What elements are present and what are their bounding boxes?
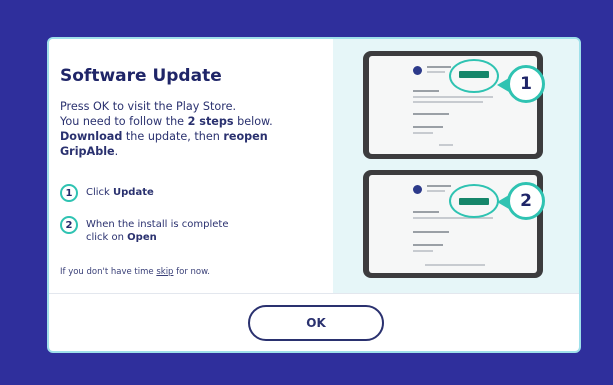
step-2-text: When the install is complete click on Op… [86, 216, 228, 244]
app-icon [413, 185, 422, 194]
screen-line [413, 244, 443, 246]
step-2-text-line-2: click on Open [86, 231, 228, 244]
screen-line [425, 264, 485, 266]
screen-line [413, 101, 483, 103]
step-2-number-icon: 2 [60, 216, 78, 234]
software-update-dialog: Software Update Press OK to visit the Pl… [47, 37, 581, 353]
intro-line-3: Download the update, then reopen GripAbl… [60, 129, 325, 159]
intro-steps-emphasis: 2 steps [187, 115, 234, 128]
screen-line [413, 90, 439, 92]
intro-line-2-pre: You need to follow the [60, 115, 188, 128]
callout-1-icon: 1 [497, 65, 545, 103]
skip-link[interactable]: skip [156, 267, 173, 277]
screen-line [413, 126, 443, 128]
intro-line-2-post: below. [233, 115, 273, 128]
screen-line [413, 250, 433, 252]
highlight-ring-1 [449, 59, 499, 93]
screen-line [413, 96, 493, 98]
step-2-text-pre: click on [86, 232, 128, 243]
intro-line-3-post: . [114, 145, 119, 158]
callout-2-icon: 2 [497, 182, 545, 220]
screen-line [413, 113, 449, 115]
highlight-ring-2 [449, 184, 499, 218]
screen-line [413, 132, 433, 134]
app-icon [413, 66, 422, 75]
screen-line [413, 231, 449, 233]
screen-line [439, 144, 453, 146]
intro-line-3-mid: the update, then [122, 130, 224, 143]
screen-line [427, 66, 451, 68]
screen-line [427, 71, 445, 73]
step-1-text: Click Update [86, 184, 154, 199]
step-2: 2 When the install is complete click on … [60, 216, 228, 244]
ok-button[interactable]: OK [248, 305, 384, 341]
step-1-text-pre: Click [86, 187, 114, 198]
step-2-open-emphasis: Open [127, 232, 157, 243]
step-1-number-icon: 1 [60, 184, 78, 202]
instructions-panel: Software Update Press OK to visit the Pl… [49, 39, 333, 293]
step-1-update-emphasis: Update [113, 187, 154, 198]
screen-line [413, 211, 439, 213]
footer-divider [49, 293, 579, 294]
step-2-text-line-1: When the install is complete [86, 219, 229, 230]
screen-line [427, 185, 451, 187]
intro-download-emphasis: Download [60, 130, 123, 143]
illustration-panel: 1 2 [333, 39, 579, 293]
intro-line-1: Press OK to visit the Play Store. [60, 100, 237, 113]
skip-text-pre: If you don't have time [60, 267, 157, 277]
skip-text: If you don't have time skip for now. [60, 267, 210, 277]
screen-line [427, 190, 445, 192]
skip-text-post: for now. [173, 267, 211, 277]
dialog-title: Software Update [60, 66, 222, 86]
step-1: 1 Click Update [60, 184, 154, 202]
intro-line-2: You need to follow the 2 steps below. [60, 114, 325, 129]
intro-text: Press OK to visit the Play Store. You ne… [60, 99, 325, 159]
